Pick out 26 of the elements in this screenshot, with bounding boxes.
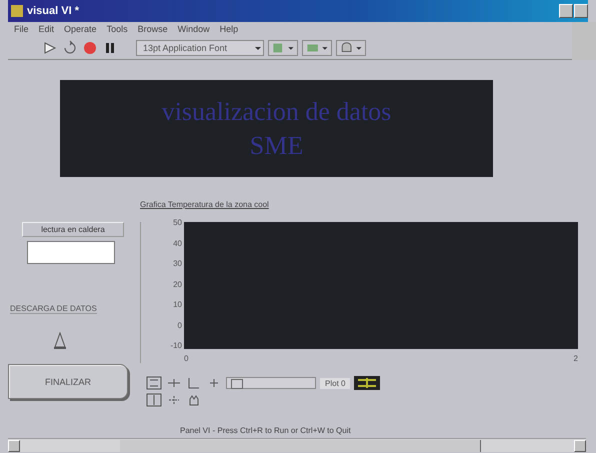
- axis-tick-label: 40: [173, 238, 182, 248]
- menu-item[interactable]: Edit: [38, 24, 54, 34]
- menu-item[interactable]: Operate: [64, 24, 97, 34]
- control-label: lectura en caldera: [22, 222, 124, 237]
- axis-tick-label: 30: [173, 259, 182, 268]
- axis-tick-label: 50: [173, 218, 182, 227]
- menu-item[interactable]: Browse: [138, 24, 168, 34]
- menu-item[interactable]: File: [14, 24, 29, 34]
- axis-tick-label: 10: [173, 300, 182, 309]
- banner-text: SME: [250, 130, 304, 162]
- font-dropdown[interactable]: 13pt Application Font: [136, 40, 264, 56]
- menu-item[interactable]: Help: [220, 24, 238, 34]
- finalize-button[interactable]: FINALIZAR: [8, 364, 128, 399]
- status-text: Panel VI - Press Ctrl+R to Run or Ctrl+W to Quit: [180, 426, 351, 437]
- axis-tick-label: -10: [170, 341, 182, 350]
- axis-tick-label: 20: [173, 280, 182, 288]
- menu-item[interactable]: Window: [178, 24, 210, 34]
- control-label: DESCARGA DE DATOS: [10, 304, 97, 314]
- window-title: visual VI *: [27, 5, 79, 17]
- menu-item[interactable]: Tools: [106, 24, 128, 34]
- chart-title: Grafica Temperatura de la zona cool: [140, 200, 269, 209]
- axis-tick-label: 2: [574, 354, 578, 363]
- banner-text: visualizacion de datos: [162, 96, 392, 128]
- plot-legend[interactable]: Plot 0: [320, 378, 350, 388]
- axis-tick-label: 0: [178, 320, 182, 330]
- axis-tick-label: 0: [184, 354, 188, 363]
